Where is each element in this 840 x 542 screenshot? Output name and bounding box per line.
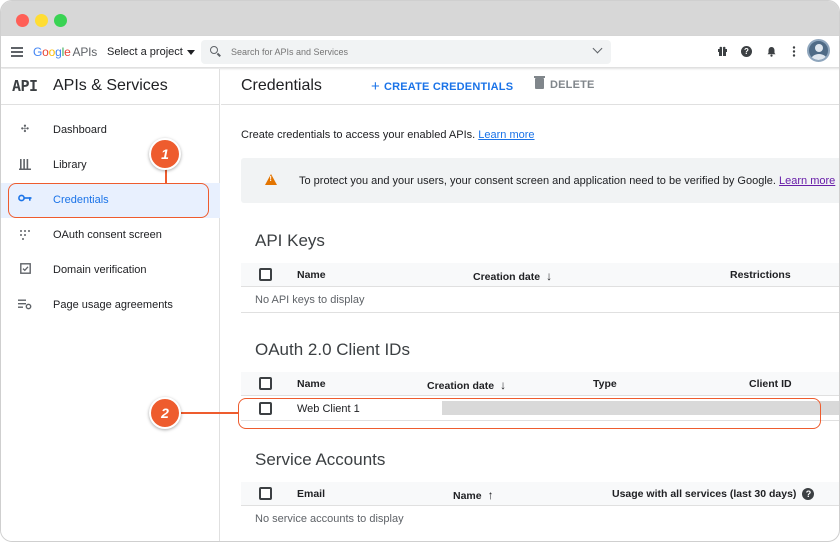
api-keys-empty: No API keys to display <box>255 294 365 306</box>
sidebar-item-label: Page usage agreements <box>53 299 173 311</box>
select-all-checkbox[interactable] <box>259 268 272 281</box>
main-content: Credentials + CREATE CREDENTIALS DELETE C… <box>221 69 839 541</box>
callout-badge-2: 2 <box>149 397 181 429</box>
column-header-name[interactable]: Name <box>297 378 326 390</box>
chevron-down-icon[interactable] <box>592 43 603 54</box>
column-header-name[interactable]: Name ↑ <box>453 488 494 502</box>
verification-banner: To protect you and your users, your cons… <box>241 158 839 203</box>
plus-icon: + <box>371 78 380 95</box>
learn-more-link[interactable]: Learn more <box>478 129 534 141</box>
column-header-usage[interactable]: Usage with all services (last 30 days)? <box>612 488 815 500</box>
arrow-down-icon: ↓ <box>546 269 553 283</box>
column-header-email[interactable]: Email <box>297 488 325 500</box>
warning-icon <box>265 174 277 185</box>
column-header-label: Name <box>453 490 482 502</box>
minimize-window-button[interactable] <box>35 14 48 27</box>
checkbox-icon <box>18 263 32 277</box>
main-header: Credentials + CREATE CREDENTIALS DELETE <box>221 69 839 105</box>
more-vert-icon[interactable] <box>788 46 800 58</box>
arrow-up-icon: ↑ <box>487 488 494 502</box>
browser-window: GoogleAPIs Select a project ? API APIs &… <box>0 0 840 542</box>
banner-text: To protect you and your users, your cons… <box>299 175 835 187</box>
caret-down-icon <box>186 49 195 55</box>
close-window-button[interactable] <box>16 14 29 27</box>
callout-connector <box>165 169 167 184</box>
create-credentials-button[interactable]: + CREATE CREDENTIALS <box>371 78 513 95</box>
sidebar-item-library[interactable]: Library <box>1 148 220 183</box>
select-all-checkbox[interactable] <box>259 377 272 390</box>
create-credentials-label: CREATE CREDENTIALS <box>383 81 514 93</box>
callout-connector <box>181 412 239 414</box>
search-bar[interactable] <box>201 40 611 64</box>
service-accounts-empty: No service accounts to display <box>255 513 404 525</box>
sidebar-item-label: Domain verification <box>53 264 147 276</box>
menu-icon[interactable] <box>11 47 23 57</box>
callout-badge-1: 1 <box>149 138 181 170</box>
oauth-table-header: Name Creation date ↓ Type Client ID <box>241 372 839 396</box>
service-accounts-table-header: Email Name ↑ Usage with all services (las… <box>241 482 839 506</box>
column-header-client-id[interactable]: Client ID <box>749 378 792 390</box>
column-header-creation-date[interactable]: Creation date ↓ <box>427 378 506 392</box>
library-icon <box>18 158 32 172</box>
logo-letter: e <box>64 45 71 59</box>
consent-icon <box>18 228 32 242</box>
api-keys-table-header: Name Creation date ↓ Restrictions <box>241 263 839 287</box>
search-icon <box>210 46 218 54</box>
delete-label: DELETE <box>550 79 595 91</box>
column-header-label: Usage with all services (last 30 days) <box>612 488 797 500</box>
project-selector-label: Select a project <box>107 46 183 58</box>
column-header-name[interactable]: Name <box>297 269 326 281</box>
avatar[interactable] <box>807 39 830 62</box>
column-header-restrictions[interactable]: Restrictions <box>730 269 791 281</box>
column-header-creation-date[interactable]: Creation date ↓ <box>473 269 552 283</box>
sidebar-item-oauth-consent-screen[interactable]: OAuth consent screen <box>1 218 220 253</box>
google-apis-logo[interactable]: Google APIs <box>33 45 97 59</box>
select-all-checkbox[interactable] <box>259 487 272 500</box>
gift-icon[interactable] <box>716 46 728 58</box>
column-header-label: Creation date <box>473 271 541 283</box>
intro-text-body: Create credentials to access your enable… <box>241 129 476 141</box>
help-icon[interactable]: ? <box>741 46 752 57</box>
bell-icon[interactable] <box>765 46 777 58</box>
sidebar-header: API APIs & Services <box>1 69 220 105</box>
sidebar-item-label: Dashboard <box>53 124 107 136</box>
settings-list-icon <box>18 298 32 312</box>
help-icon[interactable]: ? <box>802 488 815 500</box>
sidebar-item-label: OAuth consent screen <box>53 229 162 241</box>
sidebar: API APIs & Services ✣ Dashboard Library … <box>1 69 220 541</box>
oauth-title: OAuth 2.0 Client IDs <box>255 340 410 359</box>
banner-message: To protect you and your users, your cons… <box>299 175 776 187</box>
column-header-label: Creation date <box>427 380 495 392</box>
maximize-window-button[interactable] <box>54 14 67 27</box>
divider <box>241 312 839 313</box>
column-header-type[interactable]: Type <box>593 378 617 390</box>
service-accounts-title: Service Accounts <box>255 450 386 469</box>
search-input[interactable] <box>231 44 581 60</box>
api-logo: API <box>12 77 38 95</box>
delete-button[interactable]: DELETE <box>534 76 595 91</box>
project-selector[interactable]: Select a project <box>107 46 195 58</box>
logo-letter: G <box>33 45 43 59</box>
intro-text: Create credentials to access your enable… <box>241 129 535 141</box>
arrow-down-icon: ↓ <box>500 378 507 392</box>
top-navigation-bar: GoogleAPIs Select a project ? <box>1 36 839 68</box>
credentials-highlight <box>8 183 209 218</box>
page-title: Credentials <box>241 77 322 94</box>
trash-icon <box>534 76 545 89</box>
sidebar-title: APIs & Services <box>53 77 168 94</box>
sidebar-item-label: Library <box>53 159 87 171</box>
web-client-highlight <box>238 398 821 429</box>
api-keys-title: API Keys <box>255 231 325 250</box>
sidebar-item-dashboard[interactable]: ✣ Dashboard <box>1 113 220 148</box>
sidebar-item-page-usage-agreements[interactable]: Page usage agreements <box>1 288 220 323</box>
logo-suffix: APIs <box>72 45 98 59</box>
dashboard-icon: ✣ <box>20 124 30 135</box>
sidebar-item-domain-verification[interactable]: Domain verification <box>1 253 220 288</box>
banner-learn-more-link[interactable]: Learn more <box>779 175 835 187</box>
window-titlebar <box>1 1 839 36</box>
